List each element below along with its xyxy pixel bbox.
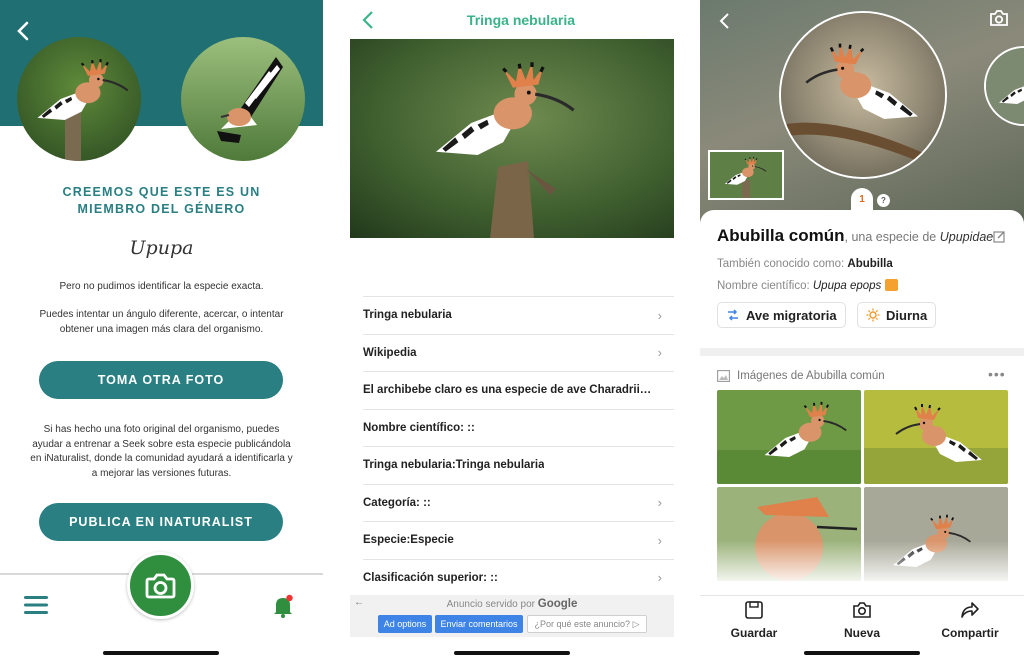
camera-icon [145, 573, 176, 599]
scientific-name: Nombre científico: Upupa epops [717, 279, 899, 292]
save-icon [745, 601, 763, 619]
list-item[interactable]: Categoría: :: › [363, 483, 674, 522]
migration-icon [728, 309, 738, 321]
audio-icon[interactable] [885, 279, 899, 291]
ad-options-button[interactable]: Ad options [378, 615, 432, 633]
list-item: Nombre científico: :: [363, 408, 674, 447]
list-item-label: Tringa nebularia:Tringa nebularia [363, 459, 545, 472]
photo-pager-unknown[interactable]: ? [877, 194, 890, 207]
camera-icon[interactable] [989, 10, 1009, 27]
result-headline: CREEMOS QUE ESTE ES UN MIEMBRO DEL GÉNER… [62, 185, 261, 216]
list-item-label: Tringa nebularia [363, 309, 452, 322]
share-icon [961, 602, 979, 618]
user-photo-thumbnail[interactable] [708, 150, 784, 200]
back-icon[interactable] [717, 12, 731, 30]
list-item-label: Wikipedia [363, 346, 417, 359]
no-species-text: Pero no pudimos identificar la especie e… [59, 281, 264, 292]
seek-result-screen: CREEMOS QUE ESTE ES UN MIEMBRO DEL GÉNER… [0, 0, 323, 662]
species-profile-screen: 1 ? Abubilla común, una especie de Upupi… [700, 0, 1024, 662]
family-name: Upupidae [939, 230, 994, 244]
more-options-icon[interactable]: ••• [988, 366, 1006, 382]
advice-text: Puedes intentar un ángulo diferente, ace… [39, 309, 284, 335]
list-item-label: Especie:Especie [363, 534, 454, 547]
home-indicator [804, 651, 920, 655]
sun-icon [866, 308, 880, 322]
ad-banner: ← Anuncio servido por Google Ad options … [350, 595, 674, 637]
page-title: Tringa nebularia [466, 12, 576, 28]
photo-pager-current[interactable]: 1 [851, 188, 873, 210]
retake-photo-button[interactable]: TOMA OTRA FOTO [39, 361, 283, 399]
camera-button[interactable] [127, 552, 194, 619]
send-feedback-button[interactable]: Enviar comentarios [435, 615, 523, 633]
list-item-label: El archibebe claro es una especie de ave… [363, 384, 653, 397]
species-name-line: Abubilla común, una especie de Upupidae [717, 226, 994, 245]
why-this-ad-button[interactable]: ¿Por qué este anuncio? ▷ [527, 615, 647, 633]
bell-icon[interactable] [270, 593, 296, 619]
menu-icon[interactable] [24, 595, 48, 615]
main-species-photo[interactable] [779, 11, 947, 179]
gallery-image[interactable] [717, 390, 861, 484]
list-item: El archibebe claro es una especie de ave… [363, 371, 674, 409]
migratory-badge[interactable]: Ave migratoria [717, 302, 846, 328]
list-item[interactable]: Especie:Especie › [363, 521, 674, 559]
chevron-right-icon: › [657, 495, 662, 511]
gallery-image[interactable] [864, 390, 1008, 484]
chevron-right-icon: › [657, 345, 662, 361]
save-tab[interactable]: Guardar [704, 600, 804, 640]
list-item-label: Nombre científico: :: [363, 421, 475, 434]
species-photo [350, 39, 674, 238]
genus-name: Upupa [129, 237, 194, 259]
list-item[interactable]: Clasificación superior: :: › [363, 558, 674, 597]
new-tab[interactable]: Nueva [812, 600, 912, 640]
also-known-as: También conocido como: Abubilla [717, 258, 893, 270]
genus-photo [181, 37, 305, 161]
diurnal-badge[interactable]: Diurna [857, 302, 937, 328]
chevron-right-icon: › [657, 307, 662, 323]
common-name: Abubilla común [717, 226, 845, 245]
edit-icon[interactable] [993, 230, 1006, 243]
list-item[interactable]: Wikipedia › [363, 333, 674, 372]
observed-photo [17, 37, 141, 161]
back-icon[interactable] [13, 20, 35, 42]
publish-info-text: Si has hecho una foto original del organ… [30, 424, 293, 479]
image-icon [717, 370, 730, 382]
info-list: Tringa nebularia › Wikipedia › El archibebe … [350, 296, 674, 596]
list-item[interactable]: Tringa nebularia › [363, 296, 674, 334]
list-item-label: Categoría: :: [363, 496, 431, 509]
camera-icon [853, 602, 871, 618]
publish-inaturalist-button[interactable]: PUBLICA EN INATURALIST [39, 503, 283, 541]
images-section-title: Imágenes de Abubilla común [737, 370, 885, 382]
section-divider [700, 348, 1024, 356]
list-item: Tringa nebularia:Tringa nebularia [363, 446, 674, 484]
chevron-right-icon: › [657, 532, 662, 548]
share-tab[interactable]: Compartir [920, 600, 1020, 640]
chevron-right-icon: › [657, 570, 662, 586]
fade-overlay [700, 540, 1024, 595]
tringa-detail-screen: Tringa nebularia Tringa nebularia › Wikipe… [350, 0, 674, 662]
list-item-label: Clasificación superior: :: [363, 571, 498, 584]
home-indicator [454, 651, 570, 655]
ad-served-by: Anuncio servido por Google [446, 598, 578, 610]
home-indicator [103, 651, 219, 655]
